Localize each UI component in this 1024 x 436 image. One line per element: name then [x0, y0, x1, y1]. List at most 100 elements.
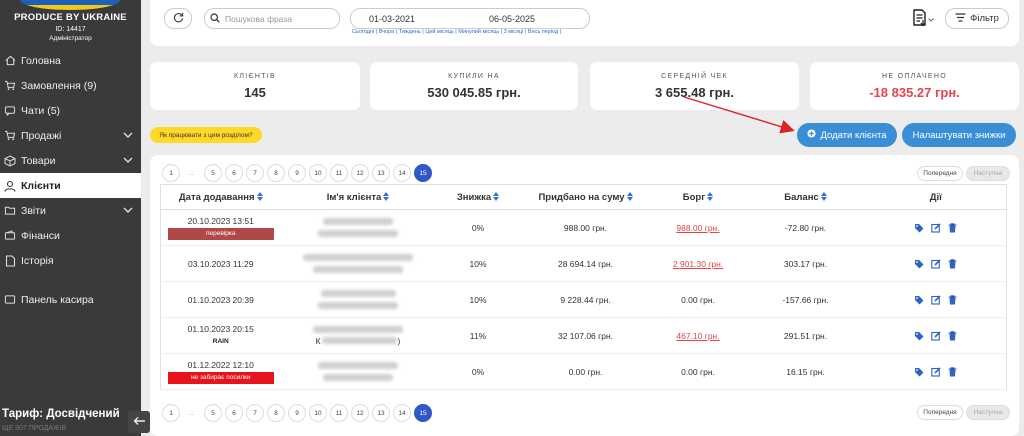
trash-icon[interactable]	[947, 222, 958, 233]
page-button[interactable]: 5	[204, 164, 222, 182]
filter-lines-icon	[955, 12, 966, 25]
quick-link-last-month[interactable]: Минулий місяць	[458, 29, 499, 35]
table-row[interactable]: 20.10.2023 13:51 перевірка 0% 988.00 грн.…	[160, 209, 1007, 246]
clients-card: 1 ... 5 6 7 8 9 10 11 12 13 14 15 Попере…	[150, 155, 1019, 436]
stat-label: середній чек	[661, 73, 728, 80]
table-row[interactable]: 01.12.2022 12:10 не забирає посилки 0% 0.…	[160, 353, 1007, 390]
date-to-input[interactable]	[471, 9, 591, 28]
export-document-button[interactable]	[912, 8, 936, 30]
sidebar-item-finance[interactable]: Фінанси	[0, 223, 141, 248]
quick-link-this-month[interactable]: Цей місяць	[425, 29, 453, 35]
cell-name[interactable]	[280, 209, 436, 246]
page-button[interactable]: 13	[372, 404, 390, 422]
page-button[interactable]: 7	[246, 404, 264, 422]
trash-icon[interactable]	[947, 294, 958, 305]
trash-icon[interactable]	[947, 330, 958, 341]
blurred-name	[321, 337, 397, 344]
column-header-balance[interactable]: Баланс	[745, 184, 866, 210]
page-ellipsis: ...	[183, 164, 201, 182]
edit-icon[interactable]	[930, 366, 941, 377]
page-button[interactable]: 12	[351, 404, 369, 422]
page-button[interactable]: 9	[288, 404, 306, 422]
client-tag: не забирає посилки	[167, 371, 274, 384]
edit-icon[interactable]	[930, 258, 941, 269]
search-input[interactable]	[225, 13, 330, 24]
column-label: Баланс	[784, 191, 819, 203]
blurred-name	[320, 290, 396, 297]
trash-icon[interactable]	[947, 366, 958, 377]
page-button[interactable]: 8	[267, 404, 285, 422]
sidebar-item-sales[interactable]: Продажі	[0, 123, 141, 148]
column-label: Борг	[682, 191, 706, 203]
quick-link-week[interactable]: Тиждень	[399, 29, 421, 35]
debt-link[interactable]: 467.10 грн.	[676, 331, 719, 341]
quick-link-yesterday[interactable]: Вчора	[379, 29, 395, 35]
page-button[interactable]: 14	[393, 404, 411, 422]
sidebar-item-cashier-panel[interactable]: Панель касира	[0, 287, 141, 312]
column-header-purchased[interactable]: Придбано на суму	[520, 184, 651, 210]
page-button[interactable]: 8	[267, 164, 285, 182]
column-header-name[interactable]: Ім'я клієнта	[280, 184, 436, 210]
add-client-button[interactable]: Додати клієнта	[797, 123, 897, 147]
sidebar-item-history[interactable]: Історія	[0, 248, 141, 273]
table-row[interactable]: 03.10.2023 11:29 10% 28 694.14 грн. 2 90…	[160, 245, 1007, 282]
help-link[interactable]: Як працювати з цим розділом?	[150, 127, 262, 143]
sidebar-item-chats[interactable]: Чати (5)	[0, 98, 141, 123]
next-page-button[interactable]: Наступна	[966, 405, 1010, 420]
page-button[interactable]: 9	[288, 164, 306, 182]
next-page-button[interactable]: Наступна	[966, 166, 1010, 181]
sidebar-item-home[interactable]: Головна	[0, 48, 141, 73]
prev-page-button[interactable]: Попередня	[917, 405, 963, 420]
page-button[interactable]: 13	[372, 164, 390, 182]
cell-name[interactable]	[280, 281, 436, 318]
sidebar-item-products[interactable]: Товари	[0, 148, 141, 173]
page-button-current[interactable]: 15	[414, 404, 432, 422]
sidebar-collapse-button[interactable]	[128, 411, 150, 433]
tag-icon[interactable]	[913, 222, 924, 233]
tag-icon[interactable]	[913, 258, 924, 269]
page-button[interactable]: 6	[225, 404, 243, 422]
cell-name[interactable]	[280, 245, 436, 282]
column-header-debt[interactable]: Борг	[650, 184, 746, 210]
page-button[interactable]: 11	[330, 164, 348, 182]
cell-name[interactable]: К)	[280, 317, 436, 354]
column-header-date[interactable]: Дата додавання	[160, 184, 281, 210]
refresh-button[interactable]	[164, 8, 192, 29]
edit-icon[interactable]	[930, 294, 941, 305]
quick-link-all-time[interactable]: Весь період	[528, 29, 558, 35]
sidebar-item-orders[interactable]: Замовлення (9)	[0, 73, 141, 98]
sidebar-item-clients[interactable]: Клієнти	[0, 173, 141, 198]
filter-button[interactable]: Фільтр	[945, 8, 1009, 29]
tag-icon[interactable]	[913, 330, 924, 341]
cell-name[interactable]	[280, 353, 436, 390]
quick-link-3-months[interactable]: 3 місяці	[504, 29, 524, 35]
sidebar-item-reports[interactable]: Звіти	[0, 198, 141, 223]
page-button[interactable]: 14	[393, 164, 411, 182]
debt-link[interactable]: 2 901.30 грн.	[673, 259, 723, 269]
page-button[interactable]: 6	[225, 164, 243, 182]
page-button[interactable]: 7	[246, 164, 264, 182]
tag-icon[interactable]	[913, 294, 924, 305]
page-button[interactable]: 1	[162, 164, 180, 182]
setup-discounts-button[interactable]: Налаштувати знижки	[902, 123, 1016, 147]
page-button[interactable]: 10	[309, 404, 327, 422]
page-button[interactable]: 11	[330, 404, 348, 422]
edit-icon[interactable]	[930, 330, 941, 341]
tariff-remaining: ЩЕ 907 ПРОДАЖІВ	[2, 425, 67, 432]
page-button[interactable]: 12	[351, 164, 369, 182]
table-row[interactable]: 01.10.2023 20:39 10% 9 228.44 грн. 0.00 …	[160, 281, 1007, 318]
page-button-current[interactable]: 15	[414, 164, 432, 182]
page-button[interactable]: 1	[162, 404, 180, 422]
tariff-label: Тариф: Досвідчений	[2, 408, 120, 420]
column-header-discount[interactable]: Знижка	[435, 184, 521, 210]
prev-page-button[interactable]: Попередня	[917, 166, 963, 181]
date-from-input[interactable]	[351, 9, 471, 28]
trash-icon[interactable]	[947, 258, 958, 269]
quick-link-today[interactable]: Сьогодні	[352, 29, 374, 35]
page-button[interactable]: 5	[204, 404, 222, 422]
tag-icon[interactable]	[913, 366, 924, 377]
page-button[interactable]: 10	[309, 164, 327, 182]
table-row[interactable]: 01.10.2023 20:15 RAIN К) 11% 32 107.06 гр…	[160, 317, 1007, 354]
debt-link[interactable]: 988.00 грн.	[676, 223, 719, 233]
edit-icon[interactable]	[930, 222, 941, 233]
